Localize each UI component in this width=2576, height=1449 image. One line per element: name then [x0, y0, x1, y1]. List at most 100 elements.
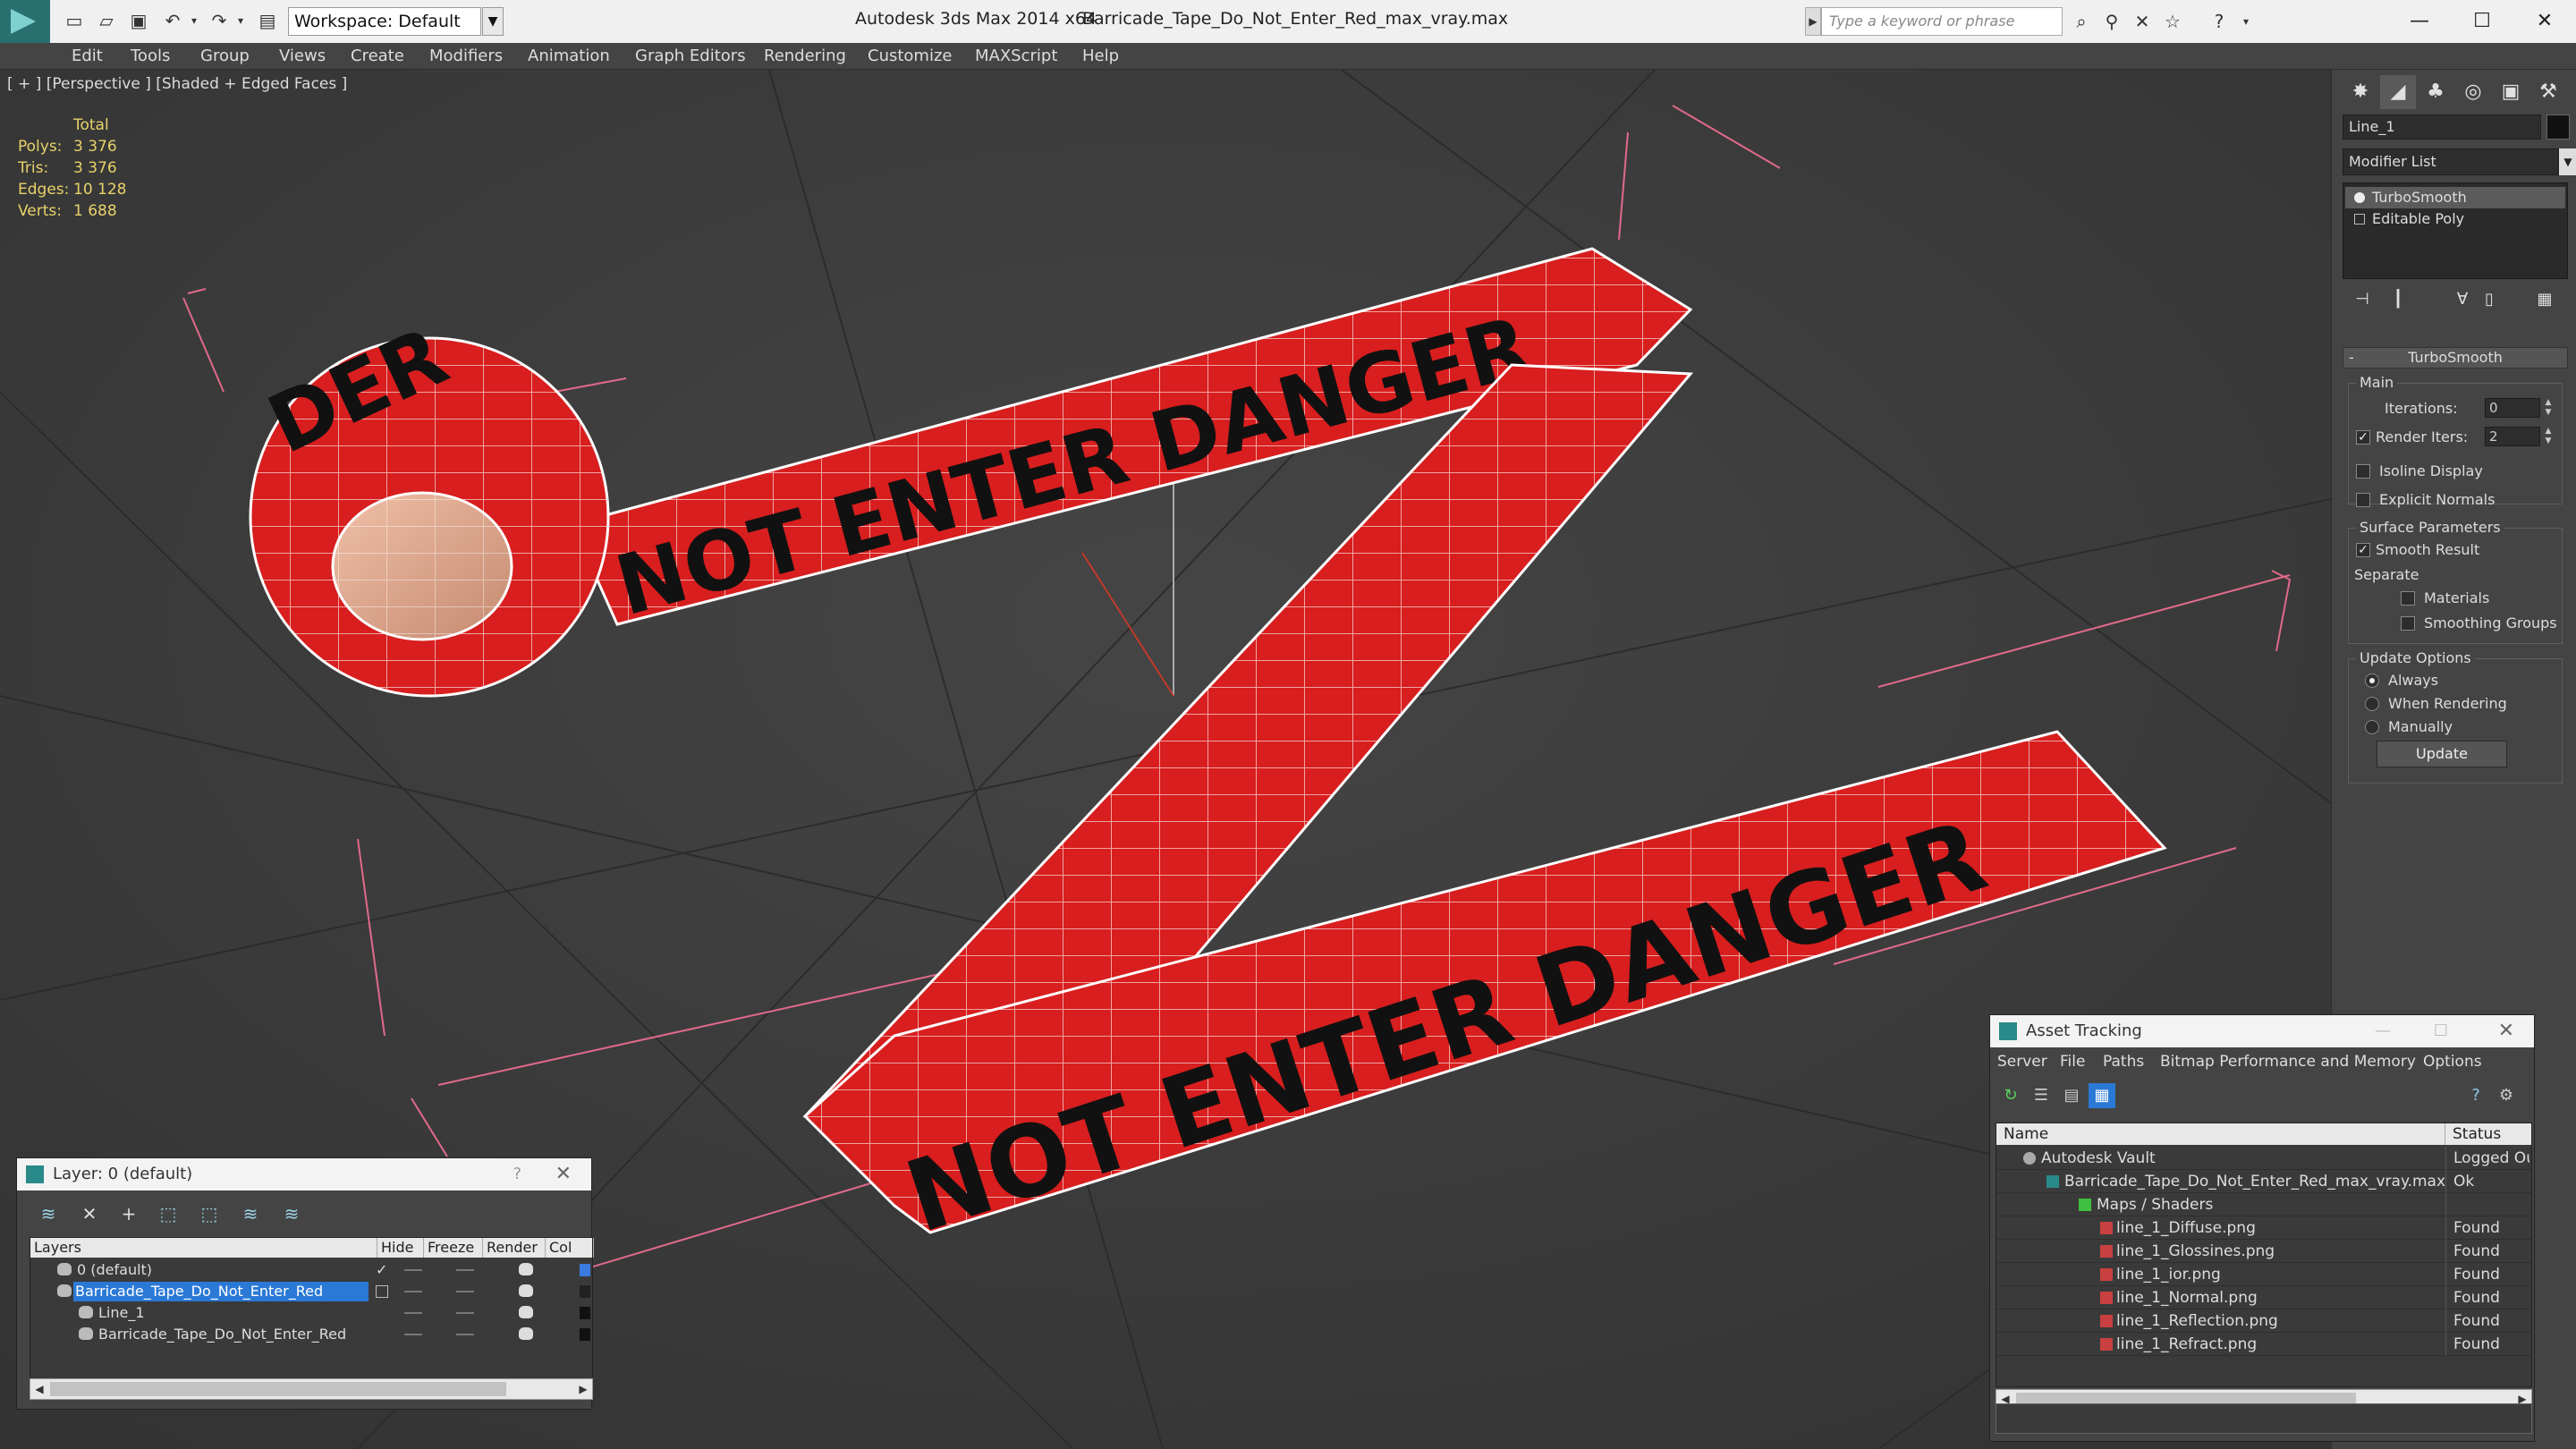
asset-row[interactable]: Barricade_Tape_Do_Not_Enter_Red_max_vray…: [1996, 1170, 2531, 1193]
open-file-icon[interactable]: ▱: [95, 9, 118, 32]
asset-row[interactable]: line_1_ior.png Found: [1996, 1263, 2531, 1286]
hide-toggle[interactable]: [404, 1312, 422, 1314]
help-icon[interactable]: ?: [2462, 1083, 2489, 1108]
isoline-display-checkbox[interactable]: [2356, 464, 2370, 479]
spinner-arrows-icon[interactable]: ▲ ▼: [2542, 427, 2555, 446]
col-status[interactable]: Status: [2445, 1123, 2531, 1145]
asset-menu-options[interactable]: Options: [2423, 1053, 2482, 1071]
help-icon[interactable]: ?: [513, 1158, 521, 1191]
when-rendering-radio[interactable]: [2365, 697, 2379, 711]
asset-row[interactable]: line_1_Refract.png Found: [1996, 1333, 2531, 1356]
smoothing-groups-checkbox[interactable]: [2401, 616, 2415, 631]
manually-radio[interactable]: [2365, 720, 2379, 734]
col-hide[interactable]: Hide: [377, 1238, 424, 1258]
freeze-all-icon[interactable]: ≋: [278, 1201, 305, 1226]
new-layer-icon[interactable]: ≋: [35, 1201, 62, 1226]
close-icon[interactable]: ✕: [555, 1158, 572, 1191]
freeze-toggle[interactable]: [456, 1312, 474, 1314]
scroll-right-icon[interactable]: ▶: [574, 1379, 592, 1399]
modifier-list-arrow-icon[interactable]: ▼: [2559, 148, 2576, 175]
menu-views[interactable]: Views: [279, 43, 326, 70]
menu-rendering[interactable]: Rendering: [764, 43, 846, 70]
close-icon[interactable]: ✕: [2498, 1015, 2514, 1047]
app-logo-icon[interactable]: [0, 0, 50, 43]
collapse-icon[interactable]: -: [2349, 348, 2354, 368]
render-teapot-icon[interactable]: [519, 1306, 533, 1318]
layer-row[interactable]: Line_1: [30, 1302, 592, 1324]
iterations-spinner[interactable]: 0: [2485, 398, 2540, 418]
smooth-result-checkbox[interactable]: ✓: [2356, 543, 2370, 557]
modify-tab-icon[interactable]: ◢: [2380, 75, 2416, 109]
layer-color-swatch[interactable]: [580, 1285, 590, 1298]
menu-tools[interactable]: Tools: [131, 43, 170, 70]
layer-name[interactable]: 0 (default): [75, 1260, 152, 1280]
hide-toggle[interactable]: [404, 1269, 422, 1271]
layer-row[interactable]: 0 (default) ✓: [30, 1259, 592, 1281]
menu-edit[interactable]: Edit: [72, 43, 103, 70]
layer-horizontal-scrollbar[interactable]: ◀ ▶: [30, 1378, 593, 1400]
freeze-toggle[interactable]: [456, 1334, 474, 1335]
binoculars-icon[interactable]: ⌕: [2068, 9, 2095, 34]
minimize-icon[interactable]: —: [2399, 5, 2440, 38]
active-layer-box-icon[interactable]: [376, 1285, 388, 1298]
configure-sets-icon[interactable]: ▦: [2532, 288, 2557, 311]
save-icon[interactable]: ▣: [127, 9, 150, 32]
layer-color-swatch[interactable]: [580, 1328, 590, 1341]
hide-toggle[interactable]: [404, 1291, 422, 1292]
maximize-icon[interactable]: ☐: [2434, 1015, 2448, 1047]
scroll-thumb[interactable]: [50, 1382, 506, 1396]
detail-view-icon[interactable]: ▤: [2058, 1083, 2085, 1108]
turbosmooth-rollout-header[interactable]: - TurboSmooth: [2343, 347, 2568, 369]
maximize-icon[interactable]: ☐: [2462, 5, 2503, 38]
asset-row[interactable]: Autodesk Vault Logged Ou: [1996, 1147, 2531, 1170]
highlight-layer-icon[interactable]: ⬚: [196, 1201, 223, 1226]
object-name-field[interactable]: Line_1: [2343, 114, 2541, 140]
show-end-result-icon[interactable]: ┃: [2385, 288, 2411, 311]
layer-color-swatch[interactable]: [580, 1264, 590, 1276]
spinner-arrows-icon[interactable]: ▲ ▼: [2542, 398, 2555, 418]
menu-maxscript[interactable]: MAXScript: [975, 43, 1057, 70]
menu-group[interactable]: Group: [200, 43, 250, 70]
render-teapot-icon[interactable]: [519, 1284, 533, 1297]
explicit-normals-checkbox[interactable]: [2356, 493, 2370, 507]
add-to-layer-icon[interactable]: +: [115, 1201, 142, 1226]
menu-help[interactable]: Help: [1082, 43, 1119, 70]
layer-row[interactable]: Barricade_Tape_Do_Not_Enter_Red: [30, 1281, 592, 1302]
layer-color-swatch[interactable]: [580, 1307, 590, 1319]
asset-row[interactable]: line_1_Reflection.png Found: [1996, 1309, 2531, 1333]
display-tab-icon[interactable]: ▣: [2493, 75, 2529, 109]
col-layers[interactable]: Layers: [30, 1238, 377, 1258]
refresh-icon[interactable]: ↻: [1997, 1083, 2024, 1108]
col-color[interactable]: Col: [546, 1238, 594, 1258]
undo-icon[interactable]: ↶: [161, 9, 184, 32]
layer-name[interactable]: Barricade_Tape_Do_Not_Enter_Red: [73, 1282, 369, 1301]
freeze-toggle[interactable]: [456, 1269, 474, 1271]
materials-checkbox[interactable]: [2401, 591, 2415, 606]
asset-dialog-titlebar[interactable]: Asset Tracking — ☐ ✕: [1990, 1015, 2534, 1047]
stack-item-turbosmooth[interactable]: TurboSmooth: [2345, 187, 2565, 208]
active-layer-check-icon[interactable]: ✓: [376, 1259, 387, 1281]
asset-menu-paths[interactable]: Paths: [2103, 1053, 2144, 1071]
asset-row[interactable]: line_1_Glossines.png Found: [1996, 1240, 2531, 1263]
viewport-label[interactable]: [ + ] [Perspective ] [Shaded + Edged Fac…: [7, 75, 347, 93]
stack-item-editable-poly[interactable]: Editable Poly: [2345, 208, 2565, 230]
redo-dropdown-icon[interactable]: ▾: [229, 9, 252, 32]
select-objects-icon[interactable]: ⬚: [155, 1201, 182, 1226]
update-button[interactable]: Update: [2377, 741, 2507, 767]
modifier-list-dropdown[interactable]: Modifier List: [2343, 148, 2559, 175]
render-teapot-icon[interactable]: [519, 1327, 533, 1340]
help-dropdown-icon[interactable]: ▾: [2233, 9, 2259, 34]
minimize-icon[interactable]: —: [2375, 1015, 2391, 1047]
freeze-toggle[interactable]: [456, 1291, 474, 1292]
col-render[interactable]: Render: [483, 1238, 546, 1258]
asset-row[interactable]: line_1_Diffuse.png Found: [1996, 1216, 2531, 1240]
favorites-star-icon[interactable]: ☆: [2159, 9, 2186, 34]
hide-toggle[interactable]: [404, 1334, 422, 1335]
object-color-swatch[interactable]: [2546, 114, 2570, 140]
layer-dialog-titlebar[interactable]: Layer: 0 (default) ? ✕: [17, 1158, 591, 1191]
object-name[interactable]: Line_1: [97, 1303, 145, 1323]
close-icon[interactable]: ✕: [2524, 5, 2565, 38]
menu-customize[interactable]: Customize: [868, 43, 952, 70]
always-radio[interactable]: [2365, 674, 2379, 688]
search-input[interactable]: Type a keyword or phrase: [1821, 7, 2063, 36]
